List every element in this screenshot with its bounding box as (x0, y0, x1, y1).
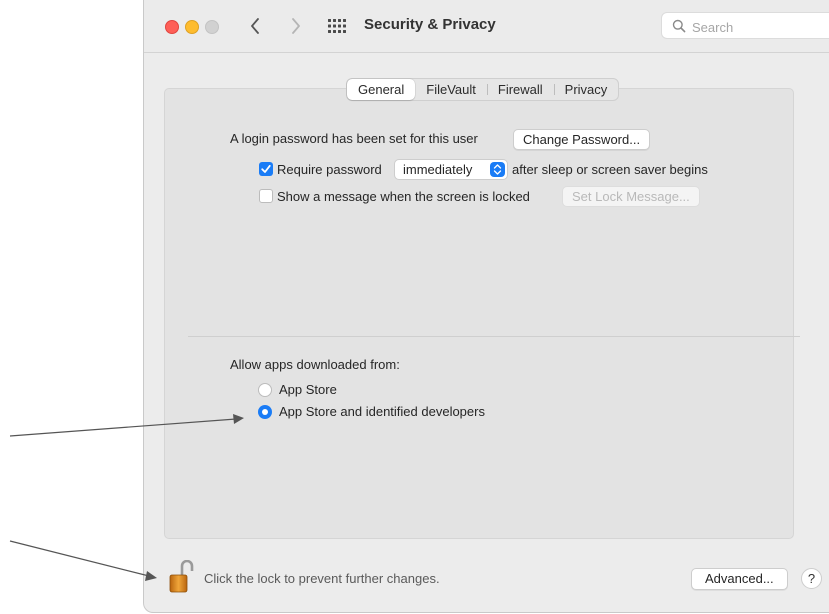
password-delay-popup[interactable]: immediately (394, 159, 508, 180)
allow-apps-heading: Allow apps downloaded from: (230, 357, 400, 372)
back-button[interactable] (244, 13, 266, 39)
zoom-button[interactable] (205, 20, 219, 34)
require-password-checkbox[interactable] (259, 162, 273, 176)
set-lock-message-button[interactable]: Set Lock Message... (562, 186, 700, 207)
stepper-icon (490, 162, 505, 177)
show-all-button[interactable] (327, 16, 347, 36)
lock-status-text: Click the lock to prevent further change… (204, 571, 440, 586)
show-message-label: Show a message when the screen is locked (277, 189, 530, 204)
preferences-window: Security & Privacy General FileVault Fir… (143, 0, 829, 613)
show-message-checkbox[interactable] (259, 189, 273, 203)
tab-firewall[interactable]: Firewall (486, 79, 554, 100)
tab-bar: General FileVault Firewall Privacy (346, 78, 620, 101)
search-input[interactable] (690, 16, 829, 38)
tab-privacy[interactable]: Privacy (553, 79, 619, 100)
checkmark-icon (261, 164, 271, 173)
forward-button[interactable] (285, 13, 307, 39)
tab-general[interactable]: General (347, 79, 416, 100)
help-button[interactable]: ? (801, 568, 822, 589)
grid-icon (328, 19, 346, 33)
login-password-text: A login password has been set for this u… (230, 131, 478, 146)
title-bar: Security & Privacy (144, 0, 829, 53)
identified-developers-radio[interactable] (258, 405, 272, 419)
advanced-button[interactable]: Advanced... (691, 568, 788, 590)
change-password-button[interactable]: Change Password... (513, 129, 651, 150)
search-icon (672, 19, 686, 33)
after-sleep-text: after sleep or screen saver begins (512, 162, 708, 177)
window-title: Security & Privacy (364, 16, 496, 33)
lock-button[interactable] (168, 559, 196, 594)
identified-developers-label: App Store and identified developers (279, 404, 485, 419)
chevron-right-icon (292, 18, 300, 34)
search-field[interactable] (661, 12, 829, 39)
arrow-to-lock (9, 540, 157, 581)
minimize-button[interactable] (185, 20, 199, 34)
app-store-radio[interactable] (258, 383, 272, 397)
close-button[interactable] (165, 20, 179, 34)
app-store-label: App Store (279, 382, 337, 397)
section-divider (188, 336, 800, 337)
require-password-label: Require password (277, 162, 382, 177)
password-delay-value: immediately (403, 162, 473, 177)
tab-filevault[interactable]: FileVault (415, 79, 487, 100)
chevron-left-icon (251, 18, 259, 34)
general-panel (164, 88, 794, 539)
lock-open-icon (169, 559, 194, 593)
